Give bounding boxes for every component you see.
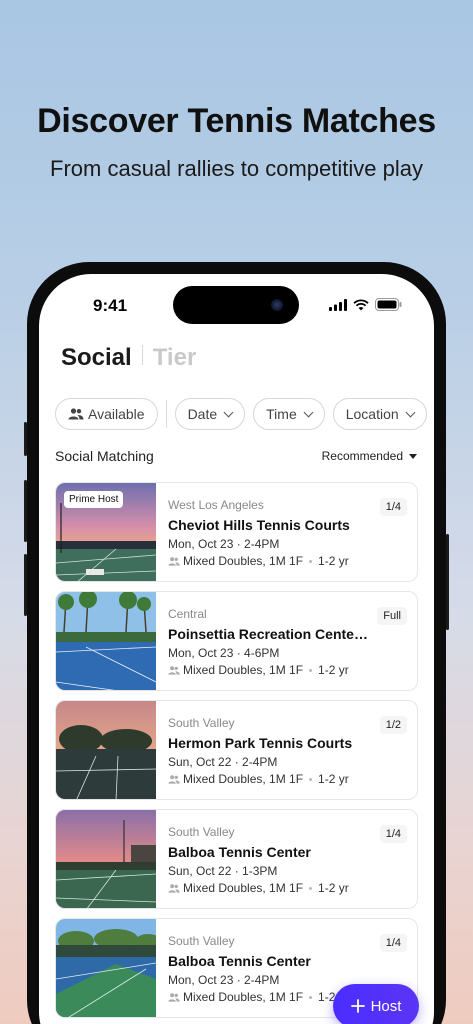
chevron-down-icon	[303, 407, 314, 418]
prime-host-badge: Prime Host	[64, 491, 124, 508]
chevron-down-icon	[223, 407, 234, 418]
match-card[interactable]: South Valley Hermon Park Tennis Courts S…	[55, 700, 418, 800]
card-datetime: Mon, Oct 23 · 4-6PM	[168, 646, 280, 660]
filter-time[interactable]: Time	[253, 398, 325, 430]
card-court-name: Hermon Park Tennis Courts	[168, 735, 353, 751]
tab-tier[interactable]: Tier	[153, 344, 197, 372]
filter-available-label: Available	[88, 406, 145, 422]
filter-time-label: Time	[266, 406, 297, 422]
card-format: Mixed Doubles, 1M 1F	[183, 881, 304, 895]
app-screen: 9:41 Social Tier Available Date Time Loc…	[39, 274, 434, 1024]
card-court-name: Balboa Tennis Center	[168, 844, 311, 860]
promo-headline: Discover Tennis Matches	[37, 102, 436, 140]
card-datetime: Sun, Oct 22 · 1-3PM	[168, 864, 278, 878]
phone-power-button	[446, 534, 449, 630]
card-court-name: Cheviot Hills Tennis Courts	[168, 517, 350, 533]
people-icon	[68, 408, 84, 420]
card-slots: 1/2	[379, 716, 407, 734]
caret-down-icon	[409, 453, 417, 459]
people-icon	[168, 992, 180, 1002]
phone-volume-up	[24, 480, 27, 542]
card-level: 1-2 yr	[318, 881, 349, 895]
mode-tabs: Social Tier	[61, 344, 196, 372]
card-datetime: Mon, Oct 23 · 2-4PM	[168, 537, 280, 551]
people-icon	[168, 556, 180, 566]
card-format: Mixed Doubles, 1M 1F	[183, 663, 304, 677]
host-button[interactable]: Host	[333, 984, 419, 1024]
court-photo	[56, 810, 156, 908]
phone-volume-down	[24, 554, 27, 616]
phone-frame: 9:41 Social Tier Available Date Time Loc…	[24, 262, 449, 1024]
section-title: Social Matching	[55, 448, 154, 464]
separator-dot	[309, 777, 313, 781]
wifi-icon	[353, 298, 369, 310]
tab-social[interactable]: Social	[61, 344, 132, 372]
people-icon	[168, 774, 180, 784]
card-format: Mixed Doubles, 1M 1F	[183, 990, 304, 1004]
match-card[interactable]: Central Poinsettia Recreation Center... …	[55, 591, 418, 691]
signal-icon	[329, 298, 347, 311]
promo-subheadline: From casual rallies to competitive play	[50, 156, 423, 181]
court-photo	[56, 701, 156, 799]
card-slots: 1/4	[379, 498, 407, 516]
card-slots: 1/4	[379, 934, 407, 952]
dynamic-island	[173, 286, 299, 324]
court-photo	[56, 919, 156, 1017]
separator-dot	[309, 559, 313, 563]
battery-icon	[375, 298, 402, 311]
card-meta: Mixed Doubles, 1M 1F 1-2 yr	[168, 663, 417, 677]
filter-date[interactable]: Date	[174, 398, 246, 430]
card-court-name: Balboa Tennis Center	[168, 953, 311, 969]
match-card[interactable]: Prime Host West Los Angeles Cheviot Hill…	[55, 482, 418, 582]
filter-location[interactable]: Location	[332, 398, 427, 430]
card-meta: Mixed Doubles, 1M 1F 1-2 yr	[168, 881, 417, 895]
people-icon	[168, 883, 180, 893]
sort-label: Recommended	[321, 449, 403, 463]
card-level: 1-2 yr	[318, 554, 349, 568]
people-icon	[168, 665, 180, 675]
filter-date-label: Date	[187, 406, 218, 422]
phone-action-button	[24, 422, 27, 456]
court-photo: Prime Host	[56, 483, 156, 581]
status-time: 9:41	[93, 296, 128, 315]
filter-bar: Available Date Time Location	[55, 398, 427, 430]
filter-divider	[165, 400, 167, 428]
sort-dropdown[interactable]: Recommended	[322, 449, 417, 463]
card-slots: 1/4	[379, 825, 407, 843]
card-court-name: Poinsettia Recreation Center...	[168, 626, 368, 642]
card-meta: Mixed Doubles, 1M 1F 1-2 yr	[168, 772, 417, 786]
match-list: Prime Host West Los Angeles Cheviot Hill…	[55, 482, 418, 1024]
court-photo	[56, 592, 156, 690]
section-header: Social Matching Recommended	[55, 448, 417, 464]
tab-divider	[141, 345, 143, 365]
chevron-down-icon	[405, 407, 416, 418]
card-format: Mixed Doubles, 1M 1F	[183, 772, 304, 786]
separator-dot	[309, 886, 313, 890]
separator-dot	[309, 995, 313, 999]
card-level: 1-2 yr	[318, 663, 349, 677]
separator-dot	[309, 668, 313, 672]
filter-location-label: Location	[345, 406, 399, 422]
filter-available[interactable]: Available	[55, 398, 158, 430]
card-level: 1-2 yr	[318, 772, 349, 786]
card-datetime: Sun, Oct 22 · 2-4PM	[168, 755, 278, 769]
card-slots: Full	[377, 607, 407, 625]
match-card[interactable]: South Valley Balboa Tennis Center Sun, O…	[55, 809, 418, 909]
card-meta: Mixed Doubles, 1M 1F 1-2 yr	[168, 554, 417, 568]
plus-icon	[350, 999, 365, 1013]
card-format: Mixed Doubles, 1M 1F	[183, 554, 304, 568]
camera-icon	[271, 299, 283, 311]
status-icons	[329, 298, 402, 311]
host-button-label: Host	[370, 997, 402, 1015]
